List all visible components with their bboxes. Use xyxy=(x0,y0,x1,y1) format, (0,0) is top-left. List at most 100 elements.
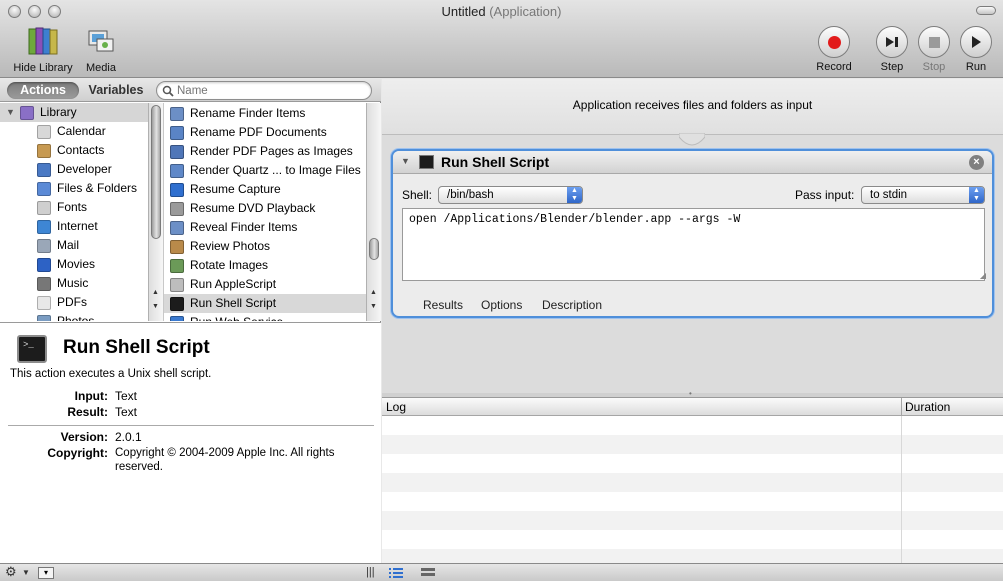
input-label-wrap: Input: xyxy=(10,389,108,405)
action-label: Resume DVD Playback xyxy=(190,201,316,215)
action-item-9[interactable]: Run AppleScript xyxy=(164,275,366,294)
action-scrollbar[interactable]: ▲ ▼ xyxy=(366,103,381,321)
action-label: Run AppleScript xyxy=(190,277,277,291)
library-root[interactable]: ▼ Library xyxy=(0,103,148,122)
tab-results[interactable]: Results xyxy=(423,298,463,312)
copyright-label-wrap: Copyright: xyxy=(10,446,108,462)
tab-actions[interactable]: Actions xyxy=(7,82,79,99)
scroll-up-icon[interactable]: ▲ xyxy=(152,289,159,296)
column-divider xyxy=(901,454,902,473)
column-divider xyxy=(901,473,902,492)
description-summary: This action executes a Unix shell script… xyxy=(10,368,212,380)
category-label: Photos xyxy=(57,314,95,321)
library-category-6[interactable]: Mail xyxy=(0,236,148,255)
action-label: Reveal Finder Items xyxy=(190,220,298,234)
action-item-5[interactable]: Resume DVD Playback xyxy=(164,199,366,218)
action-item-6[interactable]: Reveal Finder Items xyxy=(164,218,366,237)
result-label-wrap: Result: xyxy=(10,405,108,421)
list-view-icon[interactable] xyxy=(389,567,403,578)
hide-library-button[interactable]: Hide Library xyxy=(8,26,78,74)
resize-handle-icon[interactable]: ◢ xyxy=(980,271,986,280)
library-category-3[interactable]: Files & Folders xyxy=(0,179,148,198)
category-label: Internet xyxy=(57,219,98,233)
action-item-1[interactable]: Rename PDF Documents xyxy=(164,123,366,142)
description-toggle-button[interactable]: ▾ xyxy=(38,567,54,579)
action-item-4[interactable]: Resume Capture xyxy=(164,180,366,199)
action-list: Rename Finder Items Rename PDF Documents R… xyxy=(163,103,366,321)
tab-description[interactable]: Description xyxy=(542,298,602,312)
action-item-8[interactable]: Rotate Images xyxy=(164,256,366,275)
window-title-name: Untitled xyxy=(441,4,486,19)
library-category-9[interactable]: PDFs xyxy=(0,293,148,312)
action-item-10[interactable]: Run Shell Script xyxy=(164,294,366,313)
duration-column-header[interactable]: Duration xyxy=(905,400,950,414)
action-icon xyxy=(170,278,184,292)
library-category-10[interactable]: Photos xyxy=(0,312,148,321)
input-value: Text xyxy=(115,389,138,403)
disclosure-triangle-icon[interactable]: ▼ xyxy=(6,103,15,122)
script-editor[interactable] xyxy=(402,208,985,281)
scroll-up-icon[interactable]: ▲ xyxy=(370,289,377,296)
gear-icon[interactable]: ⚙ xyxy=(5,564,17,580)
stop-button[interactable]: Stop xyxy=(916,26,952,73)
category-icon xyxy=(37,239,51,253)
log-row xyxy=(382,549,1003,563)
action-item-2[interactable]: Render PDF Pages as Images xyxy=(164,142,366,161)
action-item-3[interactable]: Render Quartz ... to Image Files xyxy=(164,161,366,180)
terminal-icon xyxy=(419,155,434,169)
scroll-down-icon[interactable]: ▼ xyxy=(152,303,159,310)
log-row xyxy=(382,511,1003,530)
log-row xyxy=(382,435,1003,454)
chevron-updown-icon: ▲ ▼ xyxy=(567,187,582,203)
media-button[interactable]: Media xyxy=(82,26,120,74)
shell-label: Shell: xyxy=(402,188,433,202)
action-item-7[interactable]: Review Photos xyxy=(164,237,366,256)
action-icon xyxy=(170,107,184,121)
log-view-icon[interactable] xyxy=(421,567,435,578)
action-label: Review Photos xyxy=(190,239,271,253)
library-category-8[interactable]: Music xyxy=(0,274,148,293)
category-scrollbar[interactable]: ▲ ▼ xyxy=(148,103,163,321)
close-icon[interactable]: × xyxy=(969,155,984,170)
gear-menu-arrow-icon[interactable]: ▼ xyxy=(22,568,30,577)
search-input[interactable] xyxy=(177,83,365,98)
category-label: Developer xyxy=(57,162,112,176)
library-category-1[interactable]: Contacts xyxy=(0,141,148,160)
collapse-triangle-icon[interactable]: ▼ xyxy=(401,156,410,166)
category-scroll-thumb[interactable] xyxy=(151,105,161,239)
category-label: Movies xyxy=(57,257,96,271)
tab-options[interactable]: Options xyxy=(481,298,522,312)
action-item-0[interactable]: Rename Finder Items xyxy=(164,104,366,123)
library-category-5[interactable]: Internet xyxy=(0,217,148,236)
record-button[interactable]: Record xyxy=(814,26,854,73)
workflow-input-header: Application receives files and folders a… xyxy=(382,79,1003,135)
pass-input-select[interactable]: to stdin ▲ ▼ xyxy=(861,186,985,204)
category-icon xyxy=(37,182,51,196)
category-icon xyxy=(37,220,51,234)
library-category-2[interactable]: Developer xyxy=(0,160,148,179)
scroll-down-icon[interactable]: ▼ xyxy=(370,303,377,310)
library-category-4[interactable]: Fonts xyxy=(0,198,148,217)
shell-select[interactable]: /bin/bash ▲ ▼ xyxy=(438,186,583,204)
action-icon xyxy=(170,221,184,235)
library-category-0[interactable]: Calendar xyxy=(0,122,148,141)
log-row xyxy=(382,454,1003,473)
run-button[interactable]: Run xyxy=(958,26,994,73)
action-label: Render PDF Pages as Images xyxy=(190,144,353,158)
library-category-7[interactable]: Movies xyxy=(0,255,148,274)
tab-variables[interactable]: Variables xyxy=(84,82,148,99)
library-tab-bar: Actions Variables xyxy=(0,79,381,102)
action-label: Rotate Images xyxy=(190,258,269,272)
action-label: Rename PDF Documents xyxy=(190,125,327,139)
category-label: Calendar xyxy=(57,124,106,138)
hide-library-label: Hide Library xyxy=(13,62,73,74)
run-shell-script-action[interactable]: ▼ Run Shell Script × Shell: /bin/bash ▲ ▼… xyxy=(391,149,994,318)
log-row xyxy=(382,416,1003,435)
panel-resize-handle-icon[interactable]: ||| xyxy=(366,566,375,578)
action-scroll-thumb[interactable] xyxy=(369,238,379,260)
log-column-header[interactable]: Log xyxy=(386,400,406,414)
action-item-11[interactable]: Run Web Service xyxy=(164,313,366,321)
step-button[interactable]: Step xyxy=(874,26,910,73)
toolbar-toggle-button[interactable] xyxy=(976,6,996,15)
chevron-down-icon: ▾ xyxy=(43,568,48,577)
